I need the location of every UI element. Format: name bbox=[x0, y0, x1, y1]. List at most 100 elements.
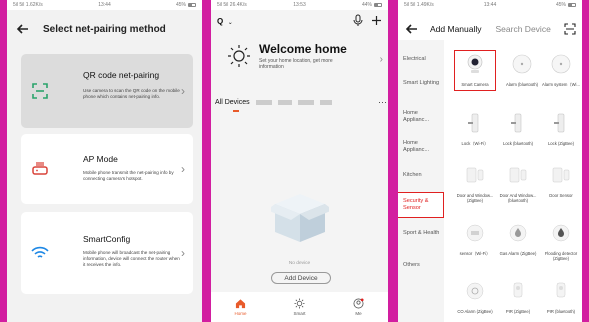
tab-indicator bbox=[233, 110, 239, 112]
qr-scan-icon bbox=[32, 83, 48, 99]
welcome-card[interactable]: Welcome home Set your home location, get… bbox=[227, 40, 387, 80]
device-label: Lock (bluetooth) bbox=[502, 141, 534, 146]
category-smart-lighting[interactable]: Smart Lighting bbox=[398, 80, 440, 87]
device-door-sensor[interactable]: Door Sensor bbox=[540, 164, 582, 198]
home-selector[interactable]: Q ⌄ bbox=[217, 11, 233, 29]
alarm-icon bbox=[551, 54, 571, 74]
home-toolbar: Q ⌄ bbox=[211, 10, 388, 30]
device-pir-zigbee[interactable]: PIR (ZigBee) bbox=[497, 280, 539, 314]
router-icon bbox=[32, 162, 48, 175]
device-pir-bluetooth[interactable]: PIR (bluetooth) bbox=[540, 280, 582, 314]
lock-icon bbox=[554, 113, 565, 133]
page-title: Select net-pairing method bbox=[43, 23, 166, 35]
room-tab-blurred[interactable] bbox=[319, 99, 332, 105]
device-door-window-zigbee[interactable]: Door and Window... (ZigBee) bbox=[454, 164, 496, 203]
header: Select net-pairing method bbox=[7, 10, 202, 48]
option-qr-code[interactable]: QR code net-pairing Use camera to scan t… bbox=[21, 54, 193, 128]
tab-label: Smart bbox=[293, 311, 306, 316]
empty-state-text: No device bbox=[288, 261, 311, 266]
option-desc: Mobile phone transmit the net-pairing in… bbox=[83, 170, 174, 182]
category-electrical[interactable]: Electrical bbox=[398, 56, 444, 63]
welcome-title: Welcome home bbox=[259, 42, 347, 56]
device-label: Door Sensor bbox=[549, 193, 573, 198]
wifi-icon bbox=[31, 246, 49, 258]
category-sport-health[interactable]: Sport & Health bbox=[398, 230, 440, 237]
sun-icon bbox=[294, 298, 305, 309]
empty-box-illustration bbox=[271, 194, 329, 242]
pir-sensor-icon bbox=[556, 282, 566, 298]
battery-icon bbox=[374, 3, 382, 7]
device-co-alarm[interactable]: CO Alarm (ZigBee) bbox=[454, 280, 496, 314]
device-alarm-system-wifi[interactable]: Alarm system（Wi... bbox=[540, 53, 582, 87]
device-label: Alarm system（Wi... bbox=[542, 82, 580, 87]
phone-add-device: 5il 5il 1.49K/s 13:44 45% Add Manually S… bbox=[398, 0, 582, 322]
tab-add-manually[interactable]: Add Manually bbox=[430, 24, 482, 34]
option-title: SmartConfig bbox=[83, 234, 131, 244]
category-home-appliances-1[interactable]: Home Applianc... bbox=[398, 110, 442, 124]
category-kitchen[interactable]: Kitchen bbox=[398, 172, 444, 179]
tab-smart[interactable]: Smart bbox=[270, 292, 329, 322]
status-signal: 5il 5il 26.4K/s bbox=[217, 2, 247, 8]
status-bar: 5il 5il 1.62K/s 13:44 45% bbox=[7, 0, 202, 10]
device-label: Door and Window... (ZigBee) bbox=[456, 193, 494, 203]
lock-icon bbox=[468, 113, 479, 133]
tab-all-devices[interactable]: All Devices bbox=[215, 99, 250, 106]
option-desc: Mobile phone will broadcast the net-pair… bbox=[83, 250, 180, 268]
back-arrow-icon[interactable] bbox=[15, 21, 31, 37]
sun-icon bbox=[228, 45, 250, 67]
device-label: Gas Alarm (ZigBee) bbox=[499, 251, 537, 256]
battery-icon bbox=[188, 3, 196, 7]
tab-home[interactable]: Home bbox=[211, 292, 270, 322]
tab-search-device[interactable]: Search Device bbox=[496, 24, 551, 34]
chevron-right-icon: › bbox=[379, 54, 383, 65]
device-sensor-wifi[interactable]: sensor（Wi-Fi） bbox=[454, 222, 496, 256]
more-icon[interactable]: ··· bbox=[378, 97, 387, 107]
device-alarm-bluetooth[interactable]: Alarm (bluetooth) bbox=[501, 53, 543, 87]
device-lock-wifi[interactable]: Lock（Wi-Fi） bbox=[454, 112, 496, 146]
pir-sensor-icon bbox=[513, 282, 523, 298]
battery-icon bbox=[568, 3, 576, 7]
camera-icon bbox=[467, 54, 483, 73]
status-battery-text: 45% bbox=[555, 2, 566, 8]
device-label: Lock (ZigBee) bbox=[547, 141, 575, 146]
back-arrow-icon[interactable] bbox=[404, 21, 420, 37]
water-drop-icon bbox=[552, 224, 570, 242]
device-filter-row: All Devices ··· bbox=[215, 96, 387, 108]
add-device-button[interactable]: Add Device bbox=[271, 272, 331, 284]
category-security-sensor[interactable]: Security & Sensor bbox=[398, 192, 444, 218]
room-tab-blurred[interactable] bbox=[297, 99, 314, 105]
welcome-subtitle: Set your home location, get more informa… bbox=[259, 58, 333, 70]
option-smartconfig[interactable]: SmartConfig Mobile phone will broadcast … bbox=[21, 212, 193, 294]
device-lock-zigbee[interactable]: Lock (ZigBee) bbox=[540, 112, 582, 146]
device-door-window-bluetooth[interactable]: Door And Window... (bluetooth) bbox=[497, 164, 539, 203]
device-label: Flooding detector (ZigBee) bbox=[544, 251, 578, 261]
chevron-down-icon: ⌄ bbox=[227, 20, 233, 26]
tab-me[interactable]: Me bbox=[329, 292, 388, 322]
device-flooding-detector[interactable]: Flooding detector (ZigBee) bbox=[540, 222, 582, 261]
alarm-icon bbox=[512, 54, 532, 74]
chevron-right-icon: › bbox=[181, 246, 185, 260]
status-battery-text: 44% bbox=[361, 2, 372, 8]
add-icon[interactable] bbox=[371, 15, 382, 26]
scan-icon[interactable] bbox=[564, 23, 576, 35]
device-gas-alarm[interactable]: Gas Alarm (ZigBee) bbox=[497, 222, 539, 256]
device-label: sensor（Wi-Fi） bbox=[459, 251, 491, 256]
door-sensor-icon bbox=[466, 167, 484, 183]
category-home-appliances-2[interactable]: Home Applianc... bbox=[398, 140, 442, 154]
chevron-right-icon: › bbox=[181, 84, 185, 98]
device-label: Lock（Wi-Fi） bbox=[461, 141, 489, 146]
category-others[interactable]: Others bbox=[398, 262, 444, 269]
phone-home: 5il 5il 26.4K/s 13:53 44% Q ⌄ Welcome ho… bbox=[211, 0, 388, 322]
co-alarm-icon bbox=[466, 282, 484, 300]
device-label: PIR (bluetooth) bbox=[546, 309, 576, 314]
device-smart-camera[interactable]: Smart Camera bbox=[454, 50, 496, 91]
microphone-icon[interactable] bbox=[353, 14, 363, 26]
room-tab-blurred[interactable] bbox=[277, 99, 292, 105]
device-lock-bluetooth[interactable]: Lock (bluetooth) bbox=[497, 112, 539, 146]
option-ap-mode[interactable]: AP Mode Mobile phone transmit the net-pa… bbox=[21, 134, 193, 204]
tab-label: Me bbox=[355, 311, 362, 316]
room-tab-blurred[interactable] bbox=[255, 99, 272, 105]
phone-net-pairing: 5il 5il 1.62K/s 13:44 45% Select net-pai… bbox=[7, 0, 202, 322]
bottom-tab-bar: Home Smart Me bbox=[211, 292, 388, 322]
chevron-right-icon: › bbox=[181, 162, 185, 176]
